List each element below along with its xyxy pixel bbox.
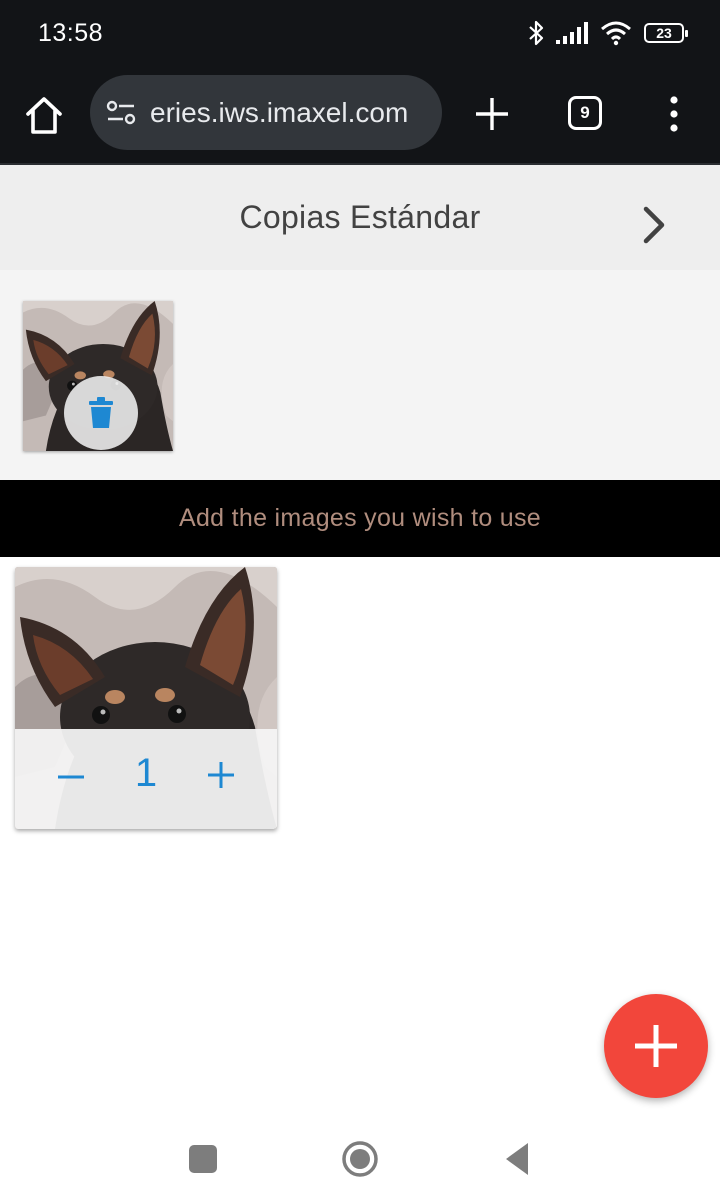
banner-text: Add the images you wish to use xyxy=(179,504,541,532)
delete-button[interactable] xyxy=(64,376,138,450)
tab-count: 9 xyxy=(580,103,590,122)
menu-icon[interactable] xyxy=(662,94,686,134)
quantity-value: 1 xyxy=(134,751,158,795)
instruction-banner: Add the images you wish to use xyxy=(0,480,720,557)
home-icon[interactable] xyxy=(22,94,66,138)
photo-card[interactable]: 1 xyxy=(15,567,277,829)
battery-icon: 23 xyxy=(644,23,688,43)
chevron-right-icon[interactable] xyxy=(636,203,672,247)
minus-icon[interactable] xyxy=(55,761,87,793)
trash-icon xyxy=(89,397,113,428)
new-tab-icon[interactable] xyxy=(472,94,512,134)
wifi-icon xyxy=(601,21,631,46)
home-circle-icon[interactable] xyxy=(341,1140,379,1178)
address-bar[interactable]: eries.iws.imaxel.com xyxy=(90,75,442,150)
plus-icon[interactable] xyxy=(205,759,237,791)
site-settings-icon[interactable] xyxy=(106,99,136,127)
status-bar: 13:58 23 xyxy=(0,0,720,66)
quantity-stepper: 1 xyxy=(15,729,277,829)
url-text[interactable]: eries.iws.imaxel.com xyxy=(150,97,408,129)
recents-icon[interactable] xyxy=(189,1145,217,1173)
product-header: Copias Estándar xyxy=(0,165,720,270)
status-time: 13:58 xyxy=(38,19,104,47)
bluetooth-icon xyxy=(529,20,544,46)
tab-switcher-button[interactable]: 9 xyxy=(568,96,602,130)
system-nav-bar xyxy=(0,1114,720,1202)
page-title: Copias Estándar xyxy=(239,199,481,235)
status-icons: 23 xyxy=(528,17,688,49)
back-icon[interactable] xyxy=(504,1141,530,1177)
add-icon xyxy=(635,1025,677,1067)
add-images-button[interactable] xyxy=(604,994,708,1098)
signal-icon xyxy=(556,22,588,44)
battery-level: 23 xyxy=(656,25,672,41)
browser-toolbar: eries.iws.imaxel.com 9 xyxy=(0,66,720,165)
